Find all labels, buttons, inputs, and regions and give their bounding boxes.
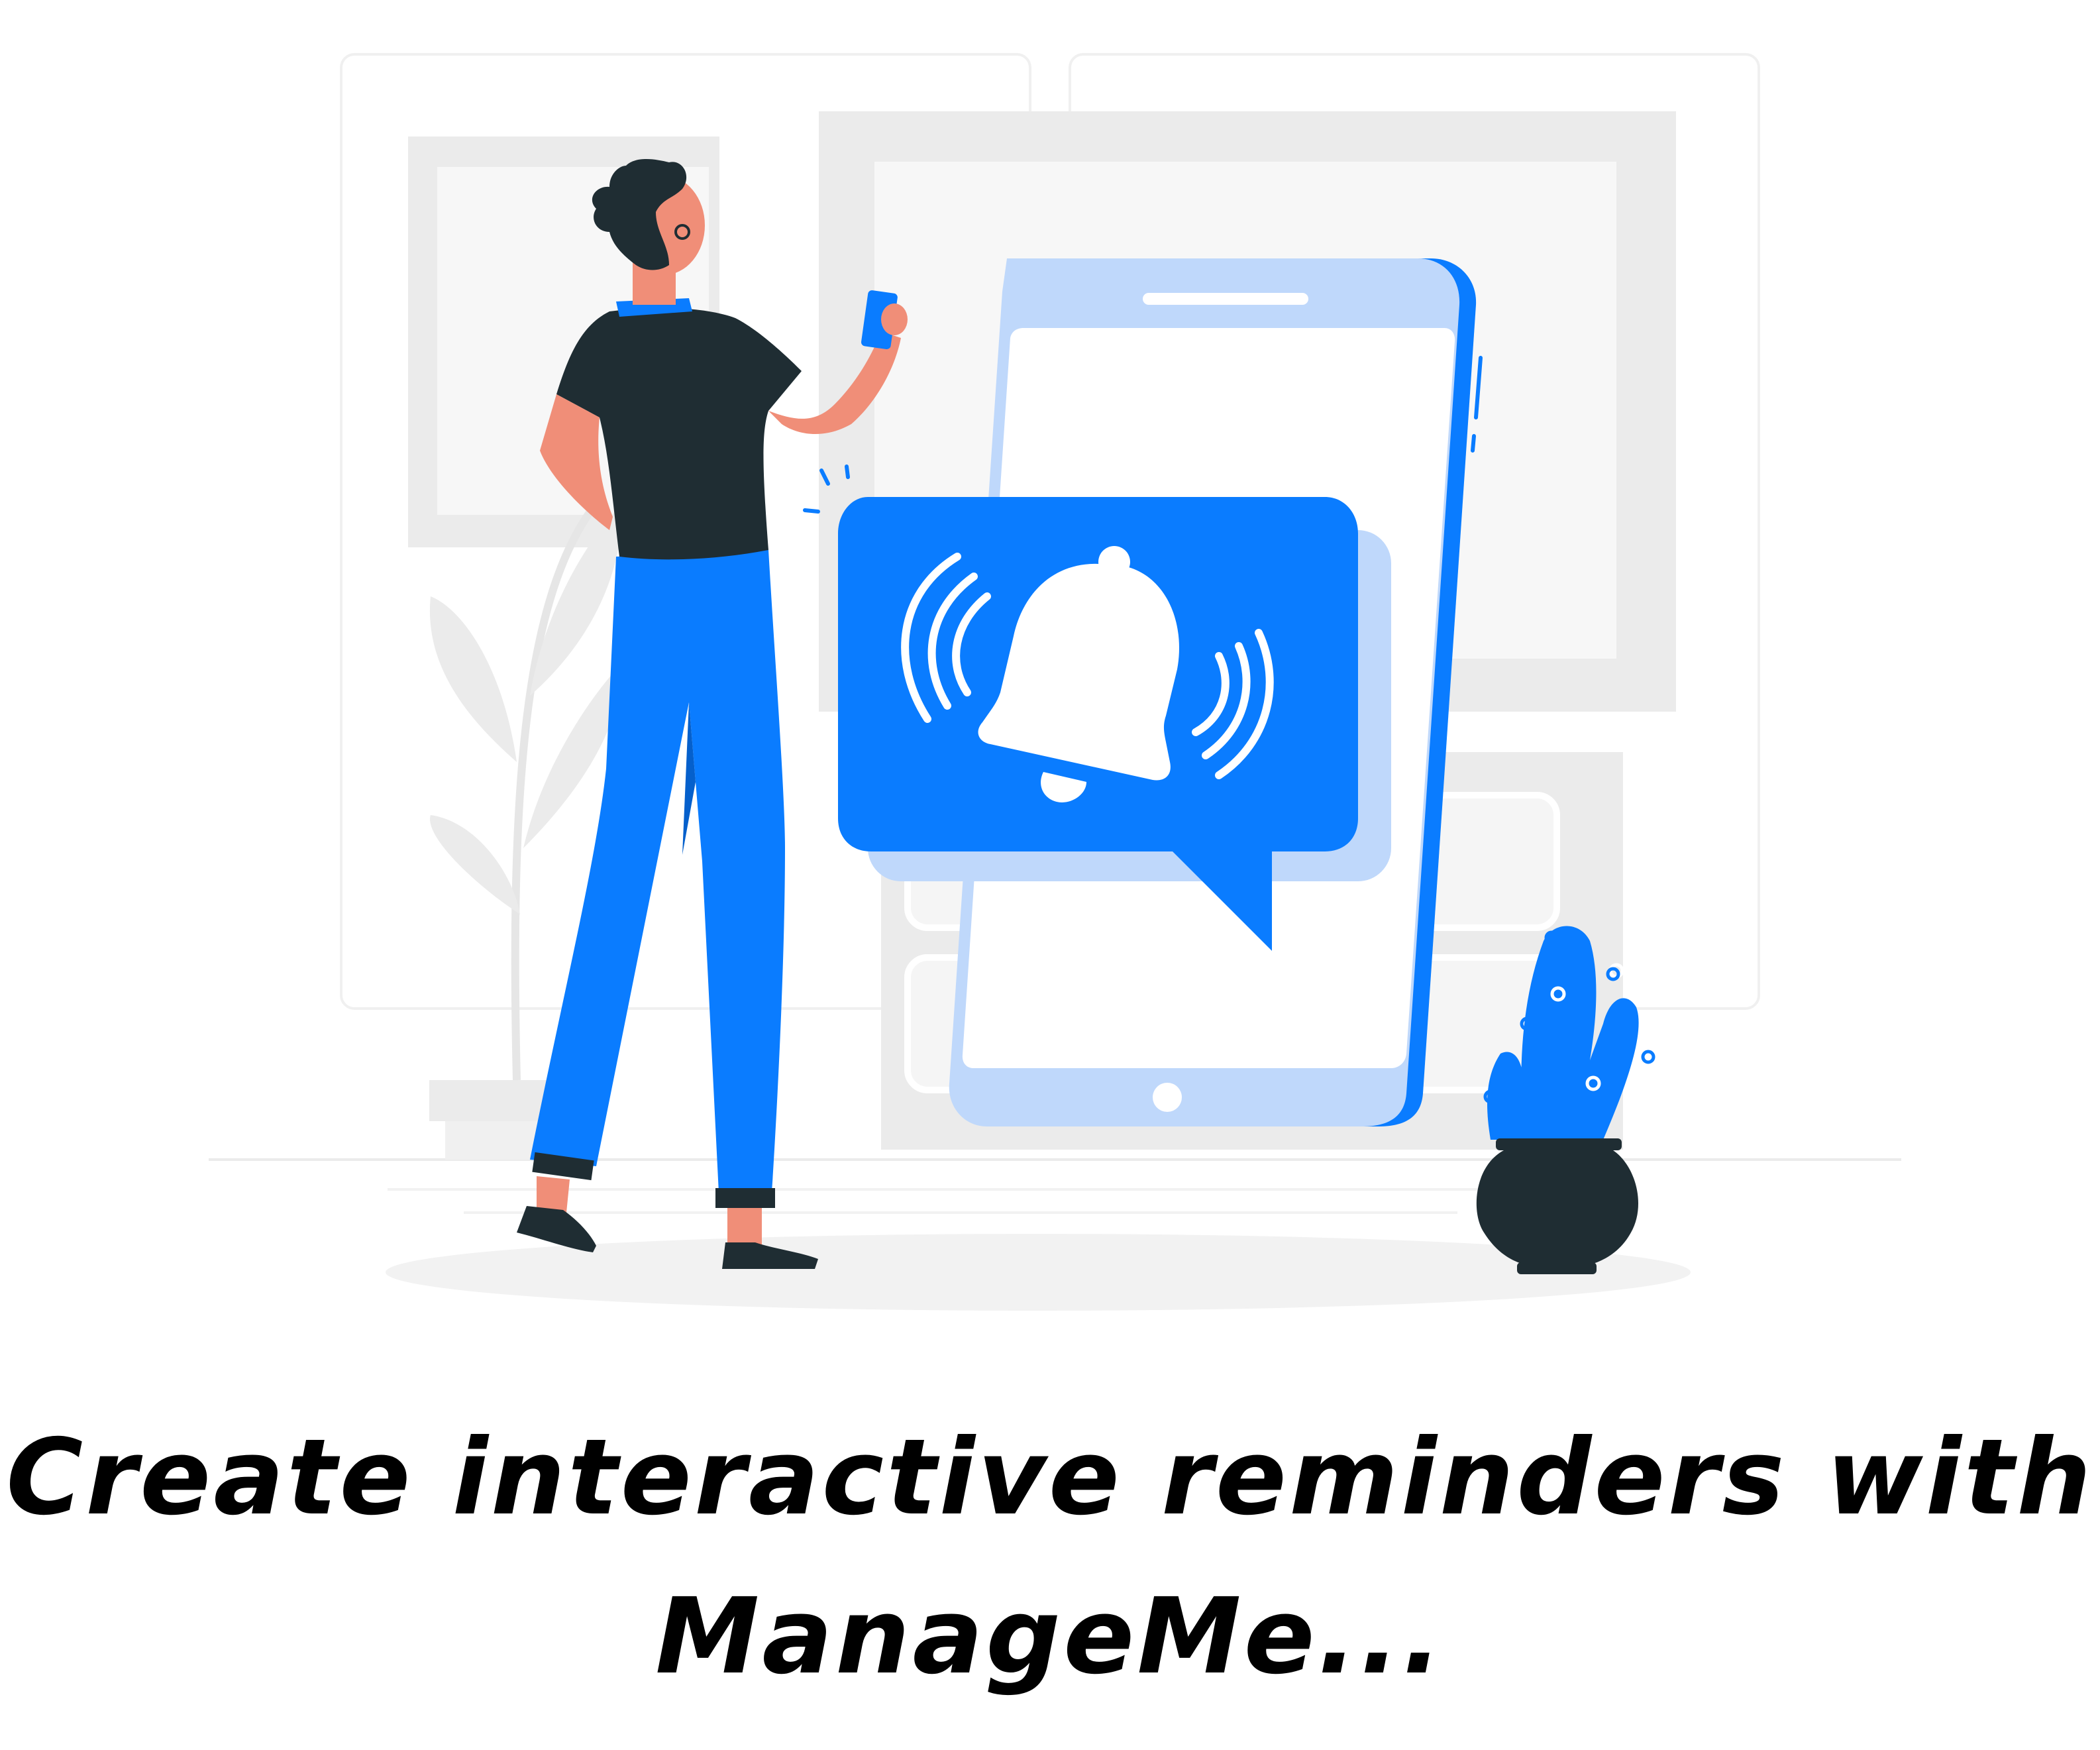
headline-line-1: Create interactive reminders with xyxy=(6,1417,2094,1539)
ground-lines xyxy=(209,1158,1901,1311)
reminder-illustration xyxy=(0,0,2100,1325)
headline: Create interactive reminders with Manage… xyxy=(0,1398,2100,1716)
headline-line-2: ManageMe... xyxy=(655,1576,1445,1698)
